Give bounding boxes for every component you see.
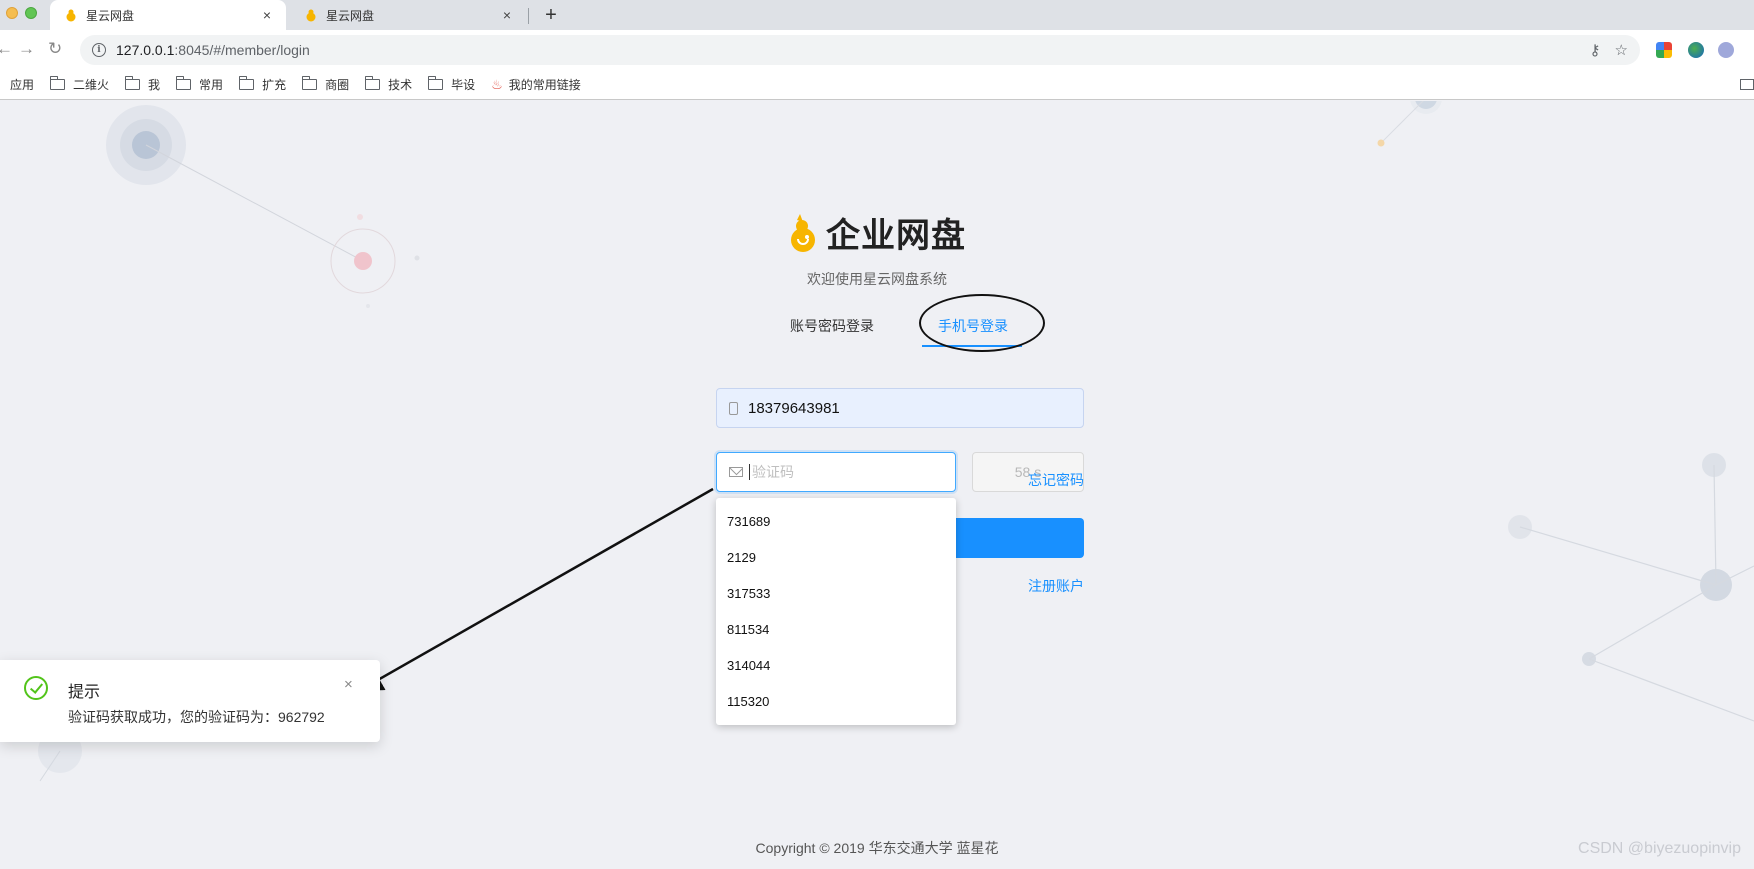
bookmark-folder[interactable]: 毕设 [428, 76, 475, 93]
phone-value: 18379643981 [748, 399, 840, 417]
flame-icon: ♨ [491, 76, 503, 92]
gourd-favicon-icon [304, 8, 318, 22]
bookmark-folder[interactable]: 技术 [365, 76, 412, 93]
gourd-favicon-icon [64, 8, 78, 22]
tab-close-icon[interactable]: × [500, 7, 514, 23]
autofill-dropdown: 731689 2129 317533 811534 314044 115320 [716, 498, 956, 725]
tab-title: 星云网盘 [86, 8, 135, 23]
login-page: 企业网盘 欢迎使用星云网盘系统 账号密码登录 手机号登录 18379643981… [0, 101, 1754, 869]
browser-toolbar: ← → ↻ i 127.0.0.1:8045/#/member/login ⚷ … [0, 30, 1754, 70]
bookmark-folder[interactable]: 二维火 [50, 76, 109, 93]
extension-colorful-icon[interactable] [1656, 42, 1672, 58]
key-icon[interactable]: ⚷ [1590, 41, 1601, 59]
bookmark-link[interactable]: ♨ 我的常用链接 [491, 76, 581, 93]
folder-icon [50, 76, 66, 90]
mail-icon [729, 467, 743, 477]
verification-code-input[interactable] [749, 464, 929, 480]
mobile-phone-icon [729, 401, 738, 415]
folder-icon [365, 76, 381, 90]
autofill-option[interactable]: 731689 [716, 504, 956, 540]
verification-code-field[interactable] [716, 452, 956, 492]
url-path: :8045/#/member/login [174, 42, 310, 58]
autofill-option[interactable]: 314044 [716, 648, 956, 684]
tab-account-login[interactable]: 账号密码登录 [790, 315, 874, 345]
site-info-icon[interactable]: i [92, 43, 106, 57]
close-icon[interactable]: × [344, 676, 353, 693]
phone-input[interactable]: 18379643981 [716, 388, 1084, 428]
reload-icon[interactable]: ↻ [48, 39, 62, 59]
notification-message: 验证码获取成功，您的验证码为：962792 [68, 709, 325, 725]
gourd-logo-icon [788, 212, 818, 254]
address-bar[interactable]: i 127.0.0.1:8045/#/member/login ⚷ ☆ [80, 35, 1640, 65]
extension-profile-icon[interactable] [1718, 42, 1734, 58]
tab-close-icon[interactable]: × [260, 7, 274, 23]
extension-globe-icon[interactable] [1688, 42, 1704, 58]
check-circle-icon [24, 676, 48, 700]
browser-tab-strip: 星云网盘 × 星云网盘 × + [0, 0, 1754, 30]
maximize-window-button[interactable] [25, 7, 37, 19]
minimize-window-button[interactable] [6, 7, 18, 19]
forward-arrow-icon[interactable]: → [18, 39, 35, 59]
folder-icon [125, 76, 141, 90]
success-notification: 提示 验证码获取成功，您的验证码为：962792 × [0, 660, 380, 742]
csdn-watermark: CSDN @biyezuopinvip [1578, 840, 1741, 857]
notification-title: 提示 [68, 684, 101, 701]
register-link[interactable]: 注册账户 [1028, 576, 1084, 596]
app-title: 企业网盘 [826, 217, 966, 255]
browser-tab-active[interactable]: 星云网盘 × [50, 0, 286, 30]
autofill-option[interactable]: 115320 [716, 684, 956, 720]
forgot-password-link[interactable]: 忘记密码 [1028, 470, 1084, 490]
folder-icon [239, 76, 255, 90]
tab-divider [528, 8, 529, 24]
browser-tab-inactive[interactable]: 星云网盘 × [290, 0, 526, 30]
folder-icon [302, 76, 318, 90]
folder-icon [176, 76, 192, 90]
bookmarks-bar: 应用 二维火 我 常用 扩充 商圈 技术 毕设 ♨ 我的常用链接 [0, 70, 1754, 100]
copyright-footer: Copyright © 2019 华东交通大学 蓝星花 [755, 840, 999, 856]
other-bookmarks-folder-icon[interactable] [1740, 79, 1754, 90]
autofill-option[interactable]: 317533 [716, 576, 956, 612]
folder-icon [428, 76, 444, 90]
back-arrow-icon[interactable]: ← [0, 39, 13, 59]
bookmark-folder[interactable]: 我 [125, 76, 160, 93]
app-subtitle: 欢迎使用星云网盘系统 [807, 271, 947, 287]
bookmark-star-icon[interactable]: ☆ [1615, 41, 1628, 59]
url-host: 127.0.0.1 [116, 42, 175, 58]
bookmark-folder[interactable]: 常用 [176, 76, 223, 93]
bookmark-apps[interactable]: 应用 [10, 76, 34, 93]
autofill-option[interactable]: 2129 [716, 540, 956, 576]
autofill-option[interactable]: 811534 [716, 612, 956, 648]
bookmark-folder[interactable]: 商圈 [302, 76, 349, 93]
tab-title: 星云网盘 [326, 8, 375, 23]
new-tab-button[interactable]: + [540, 4, 562, 26]
highlight-circle-annotation [919, 294, 1045, 352]
brand-header: 企业网盘 [0, 208, 1754, 257]
bookmark-folder[interactable]: 扩充 [239, 76, 286, 93]
